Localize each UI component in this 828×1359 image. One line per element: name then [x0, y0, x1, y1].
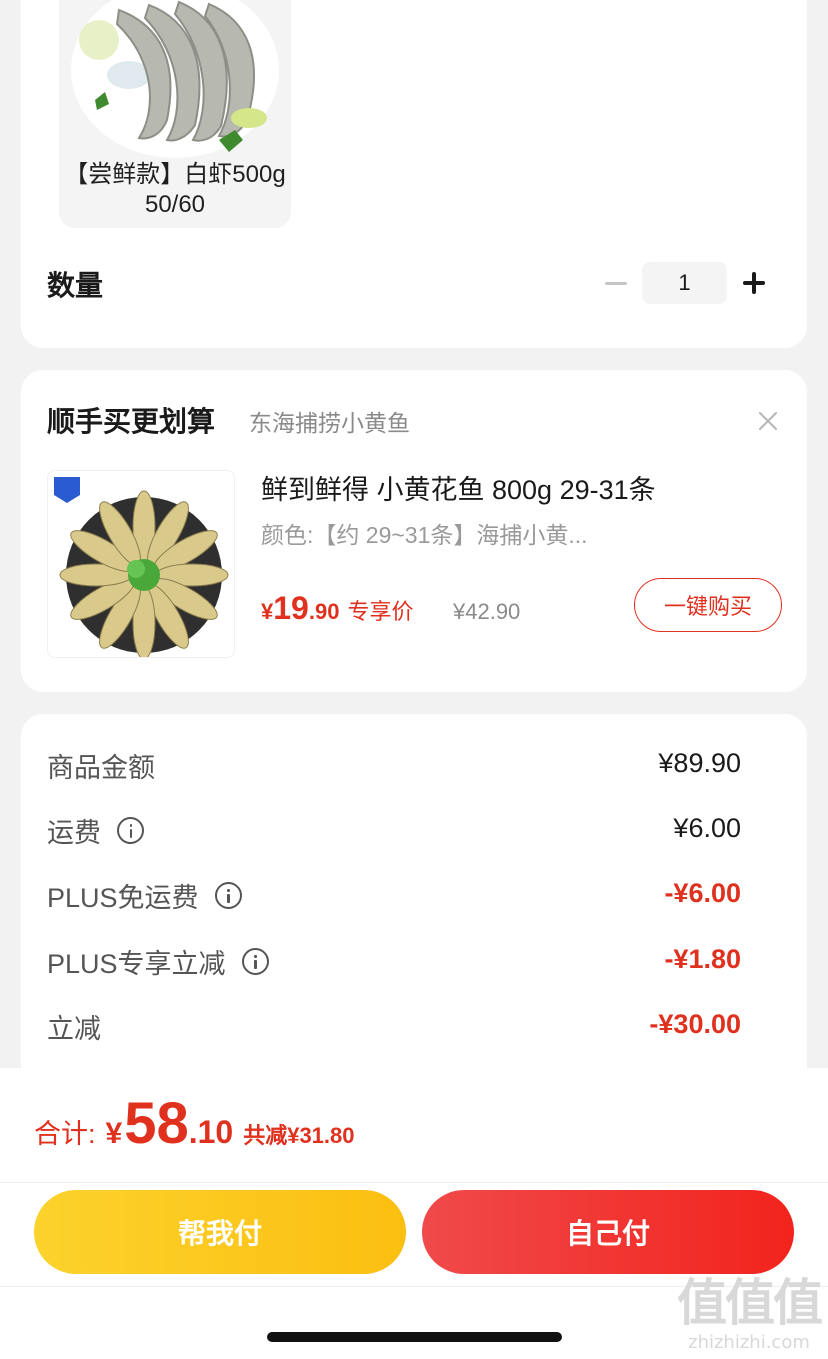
- quantity-label: 数量: [47, 270, 104, 301]
- watermark-glyphs: 值值值: [677, 1275, 823, 1331]
- info-icon[interactable]: [214, 882, 242, 909]
- addon-title: 顺手买更划算: [47, 406, 216, 437]
- addon-product-spec: 颜色:【约 29~31条】海捕小黄...: [261, 522, 588, 548]
- watermark-site: zhizhizhi.com: [688, 1332, 810, 1353]
- summary-value: -¥30.00: [649, 1009, 741, 1039]
- variant-label: 【尝鲜款】白虾500g 50/60: [64, 161, 286, 218]
- addon-price-symbol: ¥: [261, 599, 274, 624]
- summary-row-plus-free-shipping: PLUS免运费 -¥6.00: [47, 876, 741, 916]
- summary-row-plus-discount: PLUS专享立减 -¥1.80: [47, 942, 741, 982]
- quantity-increase-button[interactable]: [739, 268, 769, 298]
- addon-price: ¥19.90 专享价: [261, 590, 413, 627]
- summary-label: PLUS专享立减: [47, 949, 226, 979]
- quantity-decrease-button[interactable]: [601, 268, 631, 298]
- summary-value: -¥1.80: [664, 944, 741, 974]
- quantity-input[interactable]: 1: [642, 262, 727, 304]
- info-icon[interactable]: [117, 817, 144, 844]
- pay-myself-button[interactable]: 自己付: [422, 1190, 794, 1274]
- summary-row-shipping: 运费 ¥6.00: [47, 811, 741, 851]
- summary-row-instant-discount: 立减 -¥30.00: [47, 1007, 741, 1047]
- addon-subtitle: 东海捕捞小黄鱼: [249, 410, 410, 436]
- summary-row-goods-amount: 商品金额 ¥89.90: [47, 746, 741, 786]
- close-icon[interactable]: [757, 410, 779, 432]
- total-integer: 58: [124, 1091, 189, 1156]
- brand-badge-icon: [54, 477, 80, 503]
- summary-value: ¥89.90: [658, 748, 741, 778]
- summary-label: 立减: [47, 1014, 101, 1044]
- addon-price-decimal: .90: [308, 599, 340, 624]
- addon-product-name[interactable]: 鲜到鲜得 小黄花鱼 800g 29-31条: [261, 468, 656, 507]
- addon-recommendation-card: 顺手买更划算 东海捕捞小黄鱼 鲜到鲜得 小黄花鱼 800g 29-31条 颜色:…: [21, 370, 807, 692]
- addon-price-tag: 专享价: [347, 599, 414, 624]
- variant-option-selected[interactable]: 【尝鲜款】白虾500g 50/60: [59, 0, 291, 228]
- order-total: 合计: ¥ 58 .10 共减¥31.80: [34, 1090, 355, 1157]
- variant-card: 【尝鲜款】白虾500g 50/60 数量 1: [21, 0, 807, 348]
- total-label: 合计:: [34, 1119, 96, 1149]
- summary-value: -¥6.00: [664, 878, 741, 908]
- price-summary-card: 商品金额 ¥89.90 运费 ¥6.00 PLUS免运费 -¥6.00 PLUS…: [21, 714, 807, 1114]
- total-decimal: .10: [188, 1114, 234, 1150]
- addon-original-price: ¥42.90: [453, 599, 521, 624]
- white-shrimp-image: [71, 0, 279, 158]
- site-watermark: 值值值 zhizhizhi.com: [676, 1274, 823, 1353]
- checkout-bar: 合计: ¥ 58 .10 共减¥31.80 帮我付 自己付 值值值 zhizhi…: [0, 1068, 828, 1359]
- one-click-buy-button[interactable]: 一键购买: [634, 578, 782, 632]
- total-saved: 共减¥31.80: [243, 1123, 355, 1148]
- summary-value: ¥6.00: [673, 813, 741, 843]
- home-indicator[interactable]: [267, 1332, 562, 1342]
- addon-product-image[interactable]: [47, 470, 235, 658]
- info-icon[interactable]: [241, 948, 269, 975]
- yellow-croaker-image: [54, 477, 229, 657]
- summary-label: 运费: [47, 818, 101, 848]
- summary-label: 商品金额: [47, 753, 155, 783]
- addon-price-integer: 19: [273, 590, 309, 626]
- summary-label: PLUS免运费: [47, 883, 199, 913]
- help-me-pay-button[interactable]: 帮我付: [34, 1190, 406, 1274]
- divider: [0, 1182, 828, 1183]
- total-currency: ¥: [105, 1117, 123, 1150]
